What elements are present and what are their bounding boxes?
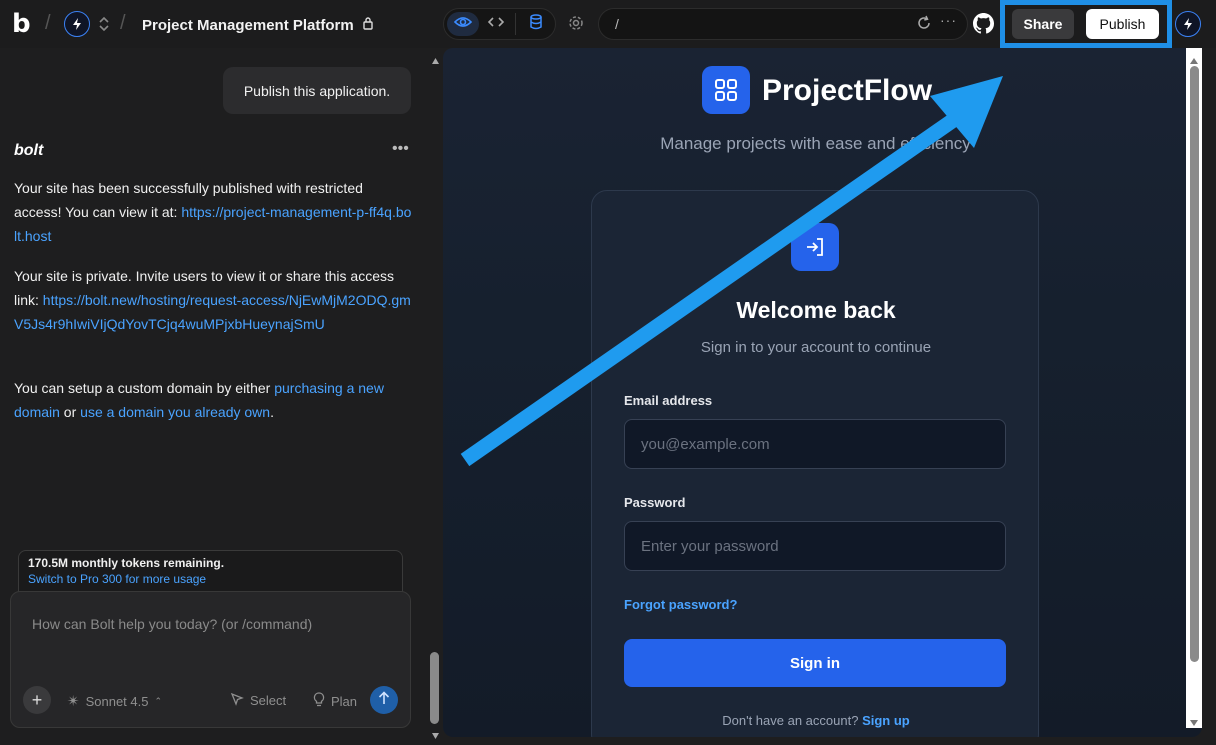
assistant-name: bolt bbox=[14, 142, 44, 159]
sign-up-link[interactable]: Sign up bbox=[862, 713, 910, 728]
plan-label: Plan bbox=[331, 693, 358, 709]
model-selector[interactable]: ✴ Sonnet 4.5 ⌃ bbox=[67, 692, 162, 710]
paragraph-text: or bbox=[59, 404, 81, 420]
project-title[interactable]: Project Management Platform bbox=[142, 16, 374, 34]
email-field[interactable] bbox=[624, 419, 1006, 469]
forgot-password-link[interactable]: Forgot password? bbox=[624, 597, 737, 612]
github-icon[interactable] bbox=[973, 13, 995, 39]
code-icon bbox=[487, 15, 505, 34]
project-title-text: Project Management Platform bbox=[142, 17, 354, 34]
existing-domain-link[interactable]: use a domain you already own bbox=[80, 404, 270, 420]
chevron-updown-icon: ⌃ bbox=[154, 695, 163, 706]
brand-tagline: Manage projects with ease and efficiency bbox=[660, 134, 971, 153]
scroll-down-arrow-icon[interactable] bbox=[1189, 714, 1199, 732]
lock-icon bbox=[362, 17, 374, 34]
tokens-remaining: 170.5M monthly tokens remaining. bbox=[28, 556, 225, 570]
bolt-logo-icon[interactable]: b bbox=[12, 10, 34, 38]
preview-panel: ProjectFlow Manage projects with ease an… bbox=[443, 48, 1202, 737]
chat-scrollbar[interactable] bbox=[428, 48, 442, 739]
send-button[interactable] bbox=[370, 686, 398, 714]
chat-input-box[interactable]: How can Bolt help you today? (or /comman… bbox=[10, 591, 411, 728]
bolt-account-icon[interactable] bbox=[64, 11, 90, 37]
upgrade-link[interactable]: Switch to Pro 300 for more usage bbox=[28, 572, 393, 586]
assistant-paragraph-2: Your site is private. Invite users to vi… bbox=[14, 264, 414, 336]
preview-scrollbar-thumb[interactable] bbox=[1190, 66, 1199, 662]
plan-mode-button[interactable]: Plan bbox=[313, 692, 357, 710]
login-card: Welcome back Sign in to your account to … bbox=[591, 190, 1039, 737]
password-label: Password bbox=[624, 495, 686, 510]
chevron-updown-icon[interactable] bbox=[97, 15, 111, 38]
database-icon bbox=[529, 13, 543, 35]
view-toggle-group bbox=[443, 8, 556, 40]
divider bbox=[515, 13, 516, 35]
lightbulb-icon bbox=[313, 692, 325, 710]
brand-name: ProjectFlow bbox=[762, 74, 933, 107]
sign-in-button[interactable]: Sign in bbox=[624, 639, 1006, 687]
database-view-button[interactable] bbox=[520, 12, 552, 36]
preview-view-button[interactable] bbox=[447, 12, 479, 36]
paragraph-text: . bbox=[270, 404, 274, 420]
user-message-bubble: Publish this application. bbox=[223, 67, 411, 114]
welcome-title: Welcome back bbox=[736, 297, 896, 323]
projectflow-logo-icon bbox=[702, 66, 750, 114]
settings-gear-icon[interactable] bbox=[568, 15, 584, 36]
model-label: Sonnet 4.5 bbox=[85, 693, 149, 709]
sign-in-icon bbox=[791, 223, 839, 271]
arrow-up-icon bbox=[378, 690, 390, 710]
email-label: Email address bbox=[624, 393, 713, 408]
attach-plus-button[interactable]: + bbox=[23, 686, 51, 714]
bolt-assistant-icon[interactable] bbox=[1175, 11, 1201, 37]
signup-prompt: Don't have an account? Sign up bbox=[592, 713, 1040, 728]
access-share-link[interactable]: https://bolt.new/hosting/request-access/… bbox=[14, 292, 411, 332]
code-view-button[interactable] bbox=[480, 12, 512, 36]
signup-prompt-text: Don't have an account? bbox=[722, 713, 863, 728]
paragraph-text: You can setup a custom domain by either bbox=[14, 380, 275, 396]
assistant-paragraph-3: You can setup a custom domain by either … bbox=[14, 376, 414, 424]
chat-input-placeholder[interactable]: How can Bolt help you today? (or /comman… bbox=[32, 616, 312, 632]
separator: / bbox=[45, 12, 51, 34]
more-options-icon[interactable]: ··· bbox=[940, 12, 957, 28]
url-bar[interactable]: / ··· bbox=[598, 8, 968, 40]
separator: / bbox=[120, 12, 126, 34]
reload-icon[interactable] bbox=[916, 15, 932, 36]
cursor-select-icon bbox=[230, 692, 244, 709]
welcome-subtitle: Sign in to your account to continue bbox=[700, 339, 932, 356]
assistant-paragraph-1: Your site has been successfully publishe… bbox=[14, 176, 414, 248]
url-path: / bbox=[615, 16, 619, 32]
scroll-down-arrow-icon[interactable] bbox=[431, 727, 440, 745]
password-field[interactable] bbox=[624, 521, 1006, 571]
eye-icon bbox=[453, 15, 473, 34]
plus-icon: + bbox=[31, 690, 43, 710]
scroll-up-arrow-icon[interactable] bbox=[431, 52, 440, 70]
select-label: Select bbox=[250, 693, 287, 708]
sparkle-icon: ✴ bbox=[67, 693, 80, 710]
select-tool-button[interactable]: Select bbox=[230, 692, 286, 709]
highlight-box bbox=[1000, 0, 1172, 48]
chat-scrollbar-thumb[interactable] bbox=[430, 652, 439, 724]
message-options-icon[interactable]: ••• bbox=[392, 140, 409, 158]
top-bar: b / / Project Management Platform / ··· bbox=[0, 0, 1216, 48]
